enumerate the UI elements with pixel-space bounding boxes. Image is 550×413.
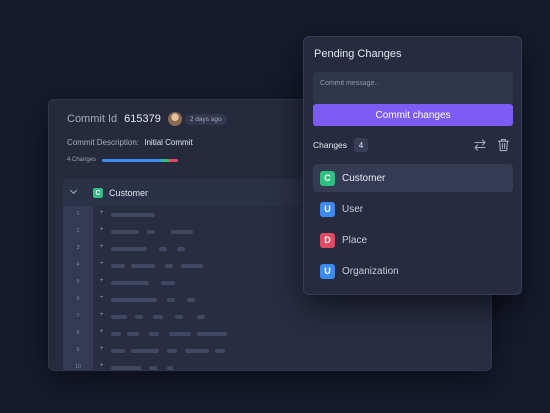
added-line-marker: + [100, 363, 104, 369]
changes-summary: 4 Changes [67, 157, 178, 163]
redacted-code-segment [111, 230, 139, 234]
changes-progress-bar [102, 158, 178, 162]
redacted-code-segment [177, 247, 185, 251]
redacted-code-segment [111, 349, 125, 353]
change-item-name: Organization [342, 265, 399, 277]
added-line-marker: + [100, 329, 104, 335]
line-number: 1 [76, 211, 80, 217]
redacted-code-segment [111, 332, 121, 336]
redacted-code-segment [111, 213, 155, 217]
redacted-code-segment [127, 332, 139, 336]
line-number: 9 [76, 347, 80, 353]
commit-description: Commit Description: Initial Commit [67, 138, 193, 147]
redacted-code-segment [161, 281, 175, 285]
line-number: 4 [76, 262, 80, 268]
chevron-down-icon[interactable] [69, 186, 78, 195]
file-name: Customer [109, 188, 149, 198]
commit-id-label: Commit Id [67, 113, 118, 125]
redacted-code-segment [185, 349, 209, 353]
line-number: 5 [76, 279, 80, 285]
change-item[interactable]: U User [313, 195, 513, 223]
line-number-gutter: 1 2 3 4 5 6 7 8 9 10 [63, 206, 93, 370]
change-item-name: User [342, 203, 364, 215]
changes-count-badge: 4 [354, 138, 368, 152]
redacted-code-segment [167, 366, 173, 370]
added-line-marker: + [100, 210, 104, 216]
line-number: 6 [76, 296, 80, 302]
redacted-code-segment [187, 298, 195, 302]
swap-arrows-icon[interactable] [473, 138, 487, 152]
redacted-code-segment [159, 247, 167, 251]
added-line-marker: + [100, 244, 104, 250]
redacted-code-segment [175, 315, 183, 319]
changes-count: 4 Changes [67, 157, 97, 163]
line-number: 2 [76, 228, 80, 234]
pending-changes-panel: Pending Changes Commit changes Changes 4… [303, 36, 522, 295]
line-number: 3 [76, 245, 80, 251]
line-number: 7 [76, 313, 80, 319]
line-number: 8 [76, 330, 80, 336]
change-type-badge: U [320, 263, 335, 279]
pending-changes-title: Pending Changes [314, 48, 402, 60]
change-item[interactable]: D Place [313, 226, 513, 254]
redacted-code-segment [197, 315, 205, 319]
changes-label: Changes [313, 140, 348, 150]
redacted-code-segment [131, 264, 155, 268]
file-type-badge: C [93, 188, 103, 198]
change-item[interactable]: U Organization [313, 257, 513, 285]
progress-segment [102, 158, 162, 162]
change-type-badge: D [320, 232, 335, 248]
added-line-marker: + [100, 261, 104, 267]
added-line-marker: + [100, 278, 104, 284]
redacted-code-segment [169, 332, 191, 336]
commit-date-badge: 2 days ago [184, 113, 227, 125]
redacted-code-segment [111, 315, 127, 319]
redacted-code-segment [167, 298, 175, 302]
commit-header: Commit Id 615379 2 days ago [67, 112, 227, 126]
redacted-code-segment [111, 366, 141, 370]
redacted-code-segment [135, 315, 143, 319]
redacted-code-segment [171, 230, 193, 234]
redacted-code-segment [131, 349, 159, 353]
change-type-badge: C [320, 170, 335, 186]
redacted-code-segment [215, 349, 225, 353]
added-line-marker: + [100, 227, 104, 233]
redacted-code-segment [147, 230, 155, 234]
commit-id-value: 615379 [124, 113, 161, 125]
redacted-code-segment [153, 315, 163, 319]
progress-segment [161, 158, 169, 162]
line-number: 10 [74, 364, 82, 370]
redacted-code-segment [149, 366, 157, 370]
commit-changes-button[interactable]: Commit changes [313, 104, 513, 126]
added-line-marker: + [100, 312, 104, 318]
change-item[interactable]: C Customer [313, 164, 513, 192]
redacted-code-segment [165, 264, 173, 268]
commit-description-label: Commit Description: [67, 138, 140, 147]
redacted-code-segment [167, 349, 177, 353]
added-line-marker: + [100, 346, 104, 352]
redacted-code-segment [149, 332, 159, 336]
trash-icon[interactable] [497, 138, 510, 152]
added-line-marker: + [100, 295, 104, 301]
author-avatar [167, 112, 182, 126]
redacted-code-segment [111, 247, 147, 251]
redacted-code-segment [111, 298, 157, 302]
commit-description-value: Initial Commit [144, 138, 193, 147]
redacted-code-segment [181, 264, 203, 268]
commit-message-input[interactable] [313, 72, 513, 104]
change-item-name: Customer [342, 172, 386, 184]
redacted-code-segment [197, 332, 227, 336]
redacted-code-segment [111, 264, 125, 268]
change-item-name: Place [342, 234, 368, 246]
change-type-badge: U [320, 201, 335, 217]
progress-segment [168, 158, 178, 162]
redacted-code-segment [111, 281, 149, 285]
